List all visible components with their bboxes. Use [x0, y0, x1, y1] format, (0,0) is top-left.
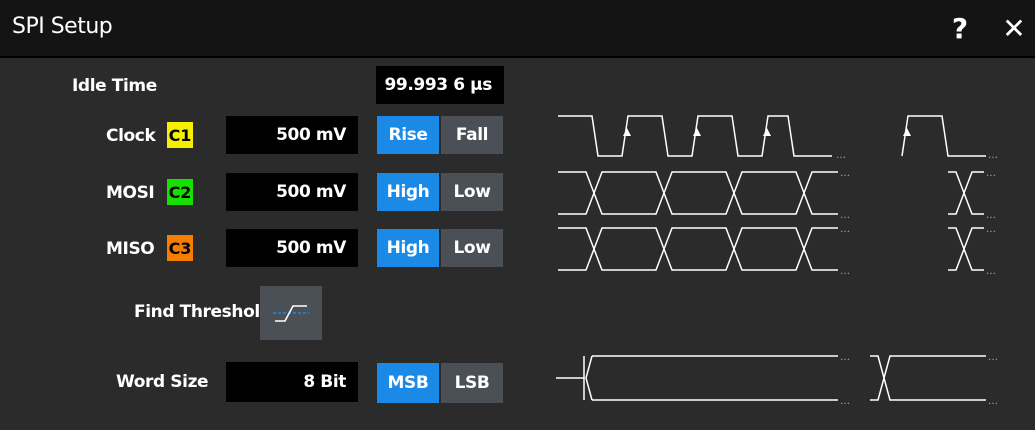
svg-text:…: … — [840, 266, 850, 276]
miso-low-button[interactable]: Low — [441, 229, 503, 267]
miso-threshold-field[interactable]: 500 mV — [226, 229, 358, 267]
svg-text:…: … — [840, 396, 850, 406]
svg-text:…: … — [986, 210, 996, 220]
mosi-waveform-diagram: … … … … — [558, 168, 996, 220]
svg-text:…: … — [988, 150, 998, 161]
mosi-low-button[interactable]: Low — [441, 173, 503, 211]
mosi-high-button[interactable]: High — [377, 173, 439, 211]
miso-label: MISO — [106, 239, 155, 259]
idle-time-label: Idle Time — [72, 76, 157, 96]
dialog-title: SPI Setup — [12, 14, 113, 39]
word-size-label: Word Size — [116, 372, 209, 392]
miso-waveform-diagram: … … … … — [558, 224, 996, 276]
clock-threshold-field[interactable]: 500 mV — [226, 116, 358, 154]
find-threshold-icon — [273, 305, 309, 322]
svg-text:…: … — [988, 396, 998, 406]
find-threshold-label: Find Threshold — [134, 302, 272, 322]
miso-source-badge[interactable]: C3 — [167, 235, 193, 261]
svg-text:…: … — [840, 352, 850, 363]
svg-text:…: … — [986, 224, 996, 235]
mosi-threshold-field[interactable]: 500 mV — [226, 173, 358, 211]
clock-label: Clock — [106, 126, 156, 146]
dialog-title-bar: SPI Setup ? ✕ — [0, 0, 1035, 58]
word-size-msb-button[interactable]: MSB — [377, 363, 439, 403]
clock-rise-button[interactable]: Rise — [377, 116, 439, 154]
svg-text:…: … — [986, 168, 996, 179]
svg-text:…: … — [840, 224, 850, 235]
word-size-diagram: … … … … — [556, 352, 998, 406]
word-size-lsb-button[interactable]: LSB — [441, 363, 503, 403]
word-size-field[interactable]: 8 Bit — [226, 362, 358, 402]
close-x-icon[interactable]: ✕ — [994, 8, 1034, 48]
svg-text:…: … — [840, 168, 850, 179]
mosi-label: MOSI — [106, 183, 155, 203]
svg-text:…: … — [836, 150, 846, 161]
svg-text:…: … — [986, 266, 996, 276]
svg-text:…: … — [840, 210, 850, 220]
find-threshold-button[interactable] — [260, 286, 322, 340]
miso-high-button[interactable]: High — [377, 229, 439, 267]
svg-text:…: … — [988, 352, 998, 363]
question-mark-icon[interactable]: ? — [940, 8, 980, 48]
clock-source-badge[interactable]: C1 — [167, 122, 193, 148]
clock-waveform-diagram: … … — [558, 115, 998, 161]
mosi-source-badge[interactable]: C2 — [167, 179, 193, 205]
idle-time-field[interactable]: 99.993 6 µs — [376, 66, 504, 104]
clock-fall-button[interactable]: Fall — [441, 116, 503, 154]
